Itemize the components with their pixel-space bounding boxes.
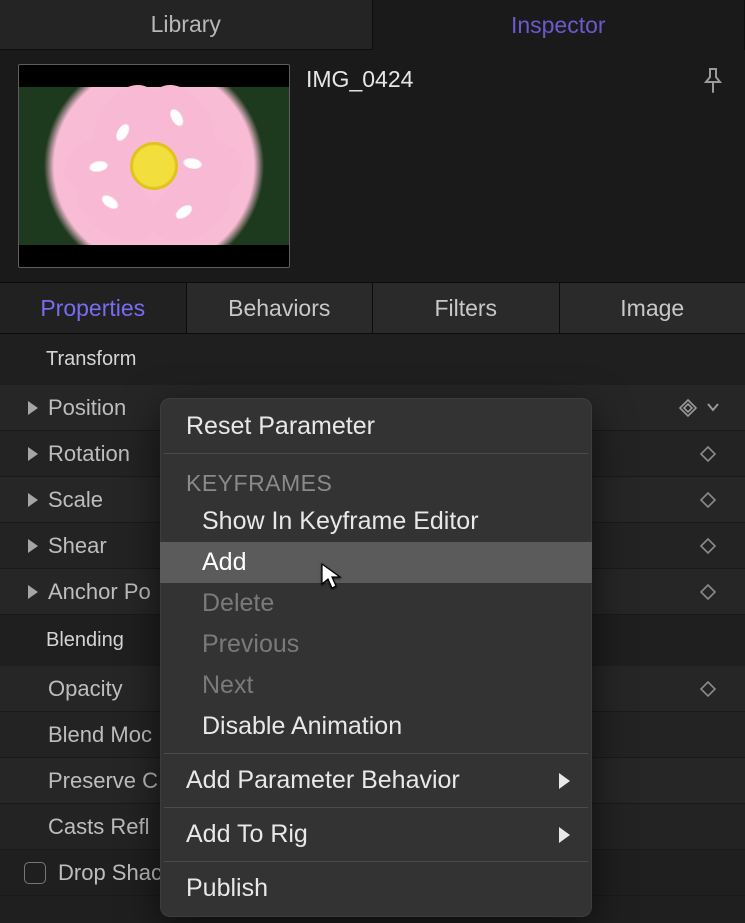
menu-heading-keyframes: KEYFRAMES bbox=[160, 460, 592, 501]
pin-icon[interactable] bbox=[695, 64, 731, 104]
clip-filename: IMG_0424 bbox=[306, 64, 413, 93]
top-tab-bar: Library Inspector bbox=[0, 0, 745, 50]
subtab-image[interactable]: Image bbox=[560, 283, 745, 333]
param-label: Drop Shac bbox=[58, 860, 162, 886]
keyframe-icon[interactable] bbox=[699, 680, 723, 698]
keyframe-icon[interactable] bbox=[699, 491, 723, 509]
disclosure-icon[interactable] bbox=[28, 401, 38, 415]
param-label: Shear bbox=[48, 533, 107, 559]
disclosure-icon[interactable] bbox=[28, 539, 38, 553]
disclosure-icon[interactable] bbox=[28, 493, 38, 507]
param-label: Rotation bbox=[48, 441, 130, 467]
menu-show-in-keyframe-editor[interactable]: Show In Keyframe Editor bbox=[160, 501, 592, 542]
param-label: Opacity bbox=[48, 676, 123, 702]
param-label: Scale bbox=[48, 487, 103, 513]
disclosure-icon[interactable] bbox=[28, 585, 38, 599]
keyframe-icon[interactable] bbox=[699, 445, 723, 463]
menu-reset-parameter[interactable]: Reset Parameter bbox=[160, 406, 592, 447]
tab-inspector[interactable]: Inspector bbox=[373, 0, 745, 50]
keyframe-icon[interactable] bbox=[699, 537, 723, 555]
keyframe-icon[interactable] bbox=[677, 397, 701, 419]
menu-add-parameter-behavior[interactable]: Add Parameter Behavior bbox=[160, 760, 592, 801]
subtab-filters[interactable]: Filters bbox=[373, 283, 560, 333]
submenu-arrow-icon bbox=[559, 827, 570, 843]
preview-row: IMG_0424 bbox=[0, 50, 745, 282]
keyframe-context-menu: Reset Parameter KEYFRAMES Show In Keyfra… bbox=[160, 398, 592, 917]
menu-item-label: Add To Rig bbox=[186, 820, 308, 849]
menu-item-label: Add Parameter Behavior bbox=[186, 766, 460, 795]
inspector-sub-tabs: Properties Behaviors Filters Image bbox=[0, 282, 745, 334]
disclosure-icon[interactable] bbox=[28, 447, 38, 461]
param-label: Blend Moc bbox=[48, 722, 152, 748]
menu-previous-keyframe: Previous bbox=[160, 624, 592, 665]
menu-publish[interactable]: Publish bbox=[160, 868, 592, 909]
subtab-properties[interactable]: Properties bbox=[0, 283, 187, 333]
chevron-down-icon[interactable] bbox=[705, 395, 723, 421]
param-label: Position bbox=[48, 395, 126, 421]
menu-add-keyframe[interactable]: Add bbox=[160, 542, 592, 583]
menu-separator bbox=[164, 753, 588, 754]
param-label: Preserve C bbox=[48, 768, 158, 794]
param-label: Casts Refl bbox=[48, 814, 149, 840]
menu-disable-animation[interactable]: Disable Animation bbox=[160, 706, 592, 747]
submenu-arrow-icon bbox=[559, 773, 570, 789]
menu-separator bbox=[164, 861, 588, 862]
tab-library[interactable]: Library bbox=[0, 0, 373, 50]
menu-separator bbox=[164, 453, 588, 454]
drop-shadow-checkbox[interactable] bbox=[24, 862, 46, 884]
section-transform-header[interactable]: Transform bbox=[0, 334, 745, 385]
clip-thumbnail[interactable] bbox=[18, 64, 290, 268]
menu-delete-keyframe: Delete bbox=[160, 583, 592, 624]
menu-separator bbox=[164, 807, 588, 808]
param-label: Anchor Po bbox=[48, 579, 151, 605]
keyframe-icon[interactable] bbox=[699, 583, 723, 601]
menu-next-keyframe: Next bbox=[160, 665, 592, 706]
menu-add-to-rig[interactable]: Add To Rig bbox=[160, 814, 592, 855]
subtab-behaviors[interactable]: Behaviors bbox=[187, 283, 374, 333]
